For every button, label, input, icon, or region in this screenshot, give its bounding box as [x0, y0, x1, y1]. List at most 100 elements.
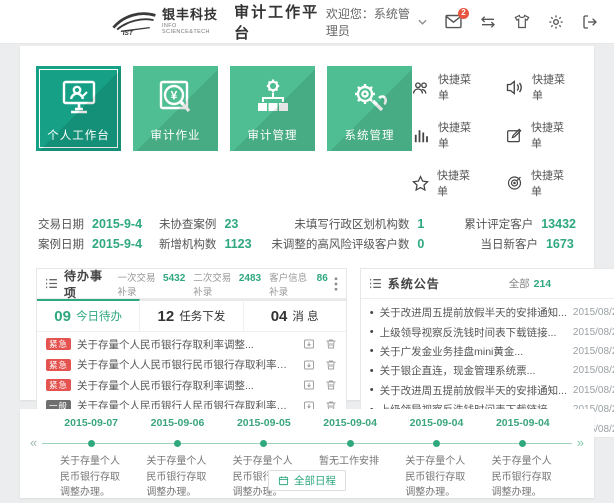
announcement-item[interactable]: 关于银企直连，现金管理系统票... 2015/08/20	[370, 361, 614, 380]
settings-gear-icon[interactable]	[548, 14, 564, 30]
quick-menu-6[interactable]: 快捷菜单	[506, 167, 574, 199]
list-icon	[369, 278, 382, 289]
timeline-entry[interactable]: 2015-09-04 关于存量个人民币银行存取调整办理。	[393, 417, 479, 501]
tile-label: 审计作业	[133, 127, 218, 143]
announcement-item[interactable]: 关于改进周五提前放假半天的安排通知... 2015/08/20	[370, 303, 614, 322]
stat-label: 案例日期	[38, 236, 84, 252]
announcement-item[interactable]: 关于改进周五提前放假半天的安排通知... 2015/08/20	[370, 381, 614, 400]
tile-audit-job[interactable]: ¥ 审计作业	[133, 66, 218, 151]
todo-item[interactable]: 紧急 关于存量个人民币银行存取利率调整...	[37, 334, 346, 355]
urgency-badge: 紧急	[46, 379, 71, 391]
archive-icon[interactable]	[303, 379, 315, 391]
tiles-row: 个人工作台 ¥ 审计作业	[36, 61, 578, 199]
logout-icon[interactable]	[582, 14, 598, 30]
quick-menu-label: 快捷菜单	[531, 167, 574, 199]
theme-shirt-icon[interactable]	[514, 14, 530, 29]
todo-panel-header: 待办事项 一次交易补录5432 二次交易补录2483 客户信息补录86	[37, 269, 346, 299]
tab-label: 今日待办	[76, 308, 122, 324]
quick-menu-3[interactable]: 快捷菜单	[412, 119, 480, 151]
quick-menu-label: 快捷菜单	[438, 71, 480, 103]
announcement-title: 上级领导视察反洗钱时间表下载链接...	[380, 325, 567, 340]
tile-system-manage[interactable]: 系统管理	[327, 66, 412, 151]
timeline-date: 2015-09-06	[134, 417, 220, 435]
announcement-panel-header: 系统公告 全部 214	[361, 269, 614, 299]
timeline-entry[interactable]: 2015-09-07 关于存量个人民币银行存取调整办理。	[48, 417, 134, 501]
timeline-text: 关于存量个人民币银行存取调整办理。	[134, 454, 220, 501]
tile-personal-workspace[interactable]: 个人工作台	[36, 66, 121, 151]
stat-value: 2015-9-4	[92, 217, 142, 231]
timeline-date: 2015-09-04	[393, 417, 479, 435]
stat-label: 未调整的高风险评级客户数	[271, 236, 409, 252]
announcement-panel-title: 系统公告	[388, 275, 440, 292]
timeline-entry[interactable]: 2015-09-04 关于存量个人民币银行存取调整办理。	[480, 417, 566, 501]
quick-menu-label: 快捷菜单	[438, 119, 480, 151]
timeline-next-icon[interactable]: »	[577, 435, 584, 450]
group-icon	[412, 80, 430, 95]
todo-item[interactable]: 紧急 关于存量个人人民币银行民币银行存取利率调整...	[37, 355, 346, 376]
topbar: IST 银丰科技 INFO SCIENCE&TECH 审计工作平台 欢迎您：系统…	[0, 0, 614, 44]
archive-icon[interactable]	[303, 359, 315, 371]
stat-label: 当日新客户	[480, 236, 538, 252]
stat-group-cases: 未协查案例23 新增机构数1123	[159, 216, 255, 252]
user-menu[interactable]: 欢迎您：系统管理员	[326, 5, 427, 39]
stat-value: 0	[417, 237, 447, 251]
timeline-prev-icon[interactable]: «	[30, 435, 37, 450]
stat-label: 交易日期	[38, 216, 84, 232]
announcement-date: 2015/08/20	[573, 365, 614, 376]
mini-stat-label: 客户信息补录	[269, 270, 314, 298]
trash-icon[interactable]	[325, 379, 337, 391]
tile-label: 系统管理	[327, 127, 412, 143]
mini-stat-value: 86	[317, 273, 328, 284]
announcement-title: 关于改进周五提前放假半天的安排通知...	[380, 305, 567, 320]
timeline-entry[interactable]: 2015-09-06 关于存量个人民币银行存取调整办理。	[134, 417, 220, 501]
switch-icon[interactable]	[480, 15, 496, 29]
quick-menu-4[interactable]: 快捷菜单	[506, 119, 574, 151]
tab-task-dispatch[interactable]: 12 任务下发	[140, 299, 243, 331]
tab-count: 04	[271, 308, 288, 325]
todo-title: 关于存量个人人民币银行民币银行存取利率调整...	[77, 357, 297, 372]
timeline-date: 2015-09-07	[48, 417, 134, 435]
announcement-date: 2015/08/20	[573, 327, 614, 338]
quick-menu-5[interactable]: 快捷菜单	[412, 167, 480, 199]
timeline-dot-icon	[433, 440, 440, 447]
workstation-icon	[57, 76, 101, 120]
messages-icon[interactable]: 2	[445, 14, 462, 29]
timeline-dot-icon	[88, 440, 95, 447]
tab-count: 12	[158, 308, 175, 325]
company-name: 银丰科技	[162, 8, 220, 22]
announcement-item[interactable]: 关于广发金业务挂盘mini黄金... 2015/08/20	[370, 342, 614, 361]
quick-menu-2[interactable]: 快捷菜单	[506, 71, 574, 103]
all-count: 214	[534, 278, 552, 290]
schedule-timeline-card: « » 2015-09-07 关于存量个人民币银行存取调整办理。 2015-09…	[20, 409, 594, 498]
tab-messages[interactable]: 04 消 息	[244, 299, 346, 331]
urgency-badge: 紧急	[46, 359, 71, 371]
company-subtitle: INFO SCIENCE&TECH	[162, 23, 220, 35]
tab-label: 消 息	[292, 308, 318, 324]
stat-group-dates: 交易日期2015-9-4 案例日期2015-9-4	[38, 216, 142, 252]
archive-icon[interactable]	[303, 338, 315, 350]
calendar-icon	[278, 475, 289, 486]
quick-menu-grid: 快捷菜单 快捷菜单 快捷菜单	[412, 71, 574, 199]
tab-today-todo[interactable]: 09 今日待办	[37, 299, 140, 331]
mini-stat-value: 5432	[163, 273, 185, 284]
timeline-dot-icon	[260, 440, 267, 447]
todo-actions	[303, 359, 337, 371]
svg-text:IST: IST	[123, 30, 134, 36]
trash-icon[interactable]	[325, 359, 337, 371]
more-vertical-icon[interactable]	[334, 277, 338, 291]
tile-audit-manage[interactable]: 审计管理	[230, 66, 315, 151]
announcement-item[interactable]: 上级领导视察反洗钱时间表下载链接... 2015/08/20	[370, 322, 614, 341]
todo-tabs: 09 今日待办 12 任务下发 04 消 息	[37, 299, 346, 332]
todo-item[interactable]: 紧急 关于存量个人民币银行存取利率调整...	[37, 375, 346, 396]
view-all-announcements[interactable]: 全部 214	[509, 276, 552, 291]
quick-menu-1[interactable]: 快捷菜单	[412, 71, 480, 103]
trash-icon[interactable]	[325, 338, 337, 350]
stat-label: 未填写行政区划机构数	[294, 216, 409, 232]
announcement-title: 关于改进周五提前放假半天的安排通知...	[380, 383, 567, 398]
todo-panel-title: 待办事项	[64, 267, 107, 301]
speaker-icon	[506, 80, 524, 95]
all-schedule-button[interactable]: 全部日程	[268, 470, 346, 491]
quick-menu-label: 快捷菜单	[437, 167, 480, 199]
timeline-dot-icon	[174, 440, 181, 447]
tab-label: 任务下发	[179, 308, 225, 324]
